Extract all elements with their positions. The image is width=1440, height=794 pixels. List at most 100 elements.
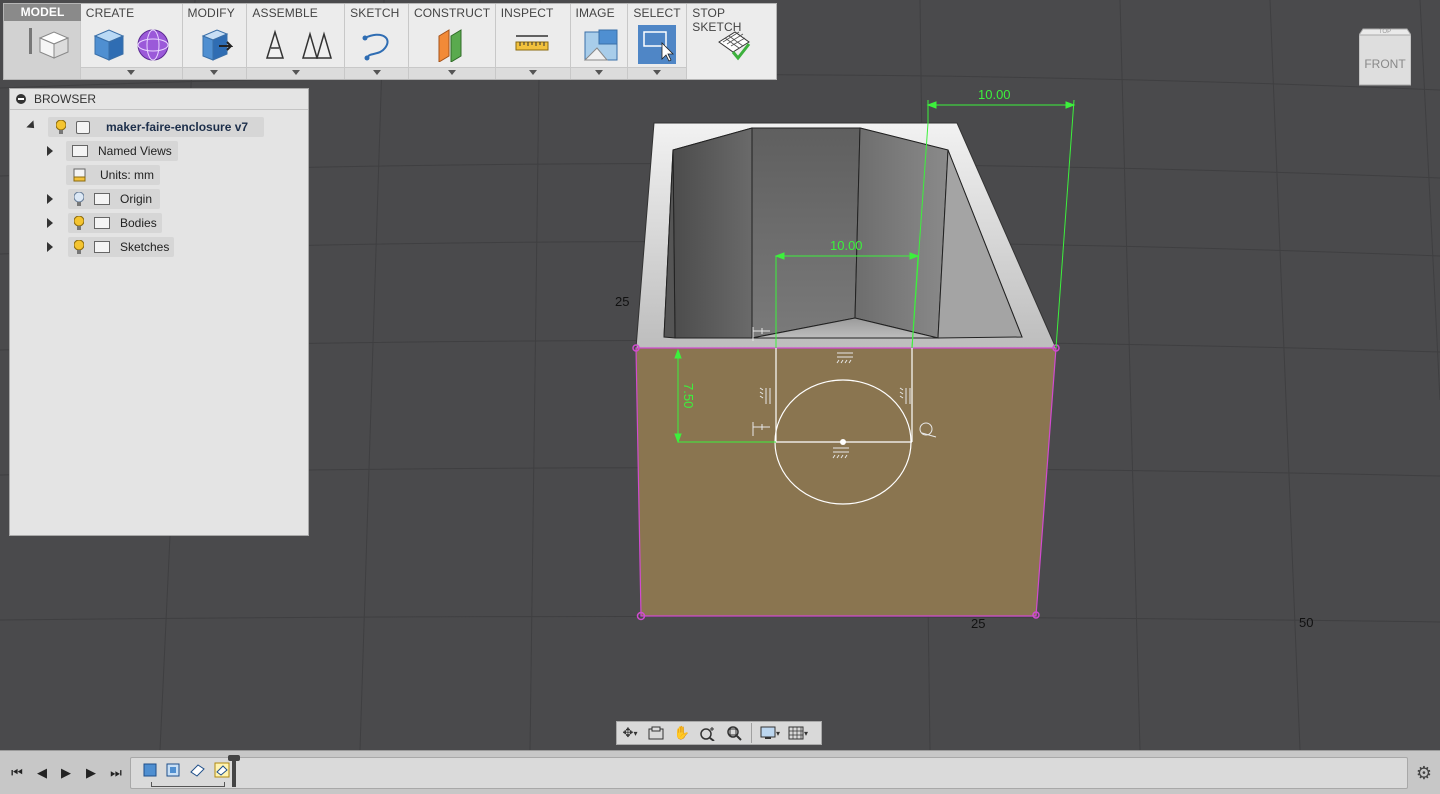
zoom-icon[interactable] [695, 722, 721, 744]
gear-icon[interactable]: ⚙ [1414, 763, 1434, 783]
expand-right-icon[interactable] [47, 194, 53, 204]
step-back-icon[interactable]: ▶ [56, 763, 76, 783]
navigation-bar: ✥ ▾ ✋ ▾ ▾ [616, 721, 822, 745]
workspace-label: MODEL [4, 4, 81, 21]
folder-icon [94, 193, 110, 205]
create-menu-label: CREATE [85, 6, 135, 20]
create-dropdown-arrow[interactable] [80, 67, 182, 79]
active-sketch-feature-icon[interactable] [214, 762, 230, 778]
sketch-menu[interactable]: SKETCH [345, 4, 409, 79]
timeline-track[interactable] [130, 755, 1408, 789]
dimension-height[interactable]: 7.50 [681, 383, 696, 408]
expand-right-icon[interactable] [47, 146, 53, 156]
browser-item-origin[interactable]: Origin [10, 189, 300, 209]
select-dropdown-arrow[interactable] [628, 67, 687, 79]
expand-right-icon[interactable] [47, 218, 53, 228]
view-cube[interactable]: TOP FRONT [1358, 25, 1412, 86]
inspect-menu[interactable]: INSPECT [495, 4, 571, 79]
box-icon[interactable] [91, 26, 127, 62]
create-menu[interactable]: CREATE [80, 4, 183, 79]
document-name[interactable]: maker-faire-enclosure v7 [106, 117, 248, 137]
main-toolbar: MODEL CREATE MODIFY ASSEMBLE SKETCH CONS… [3, 3, 777, 80]
sphere-icon[interactable] [135, 26, 171, 62]
view-cube-top[interactable]: TOP [1379, 29, 1391, 35]
construct-menu-label: CONSTRUCT [413, 6, 491, 20]
select-menu[interactable]: SELECT [628, 4, 688, 79]
image-menu[interactable]: IMAGE [570, 4, 629, 79]
expand-right-icon[interactable] [47, 242, 53, 252]
browser-root-row[interactable]: maker-faire-enclosure v7 [10, 117, 300, 137]
collapse-minus-icon[interactable] [16, 94, 26, 104]
offset-plane-icon[interactable] [433, 26, 469, 62]
last-icon[interactable]: ⏭ [106, 763, 126, 783]
select-window-icon[interactable] [638, 25, 677, 64]
browser-item-named-views[interactable]: Named Views [10, 141, 300, 161]
sketch-menu-label: SKETCH [350, 6, 400, 20]
modify-menu-label: MODIFY [187, 6, 235, 20]
browser-header: BROWSER [10, 89, 308, 110]
lightbulb-off-icon[interactable] [74, 192, 84, 206]
inspect-dropdown-arrow[interactable] [495, 67, 570, 79]
pan-icon[interactable]: ✋ [669, 722, 695, 744]
browser-item-bodies[interactable]: Bodies [10, 213, 300, 233]
browser-item-sketches[interactable]: Sketches [10, 237, 300, 257]
press-pull-icon[interactable] [197, 26, 233, 62]
view-cube-front[interactable]: FRONT [1364, 57, 1406, 71]
construct-dropdown-arrow[interactable] [408, 67, 495, 79]
select-menu-label: SELECT [633, 6, 681, 20]
assemble-menu[interactable]: ASSEMBLE [247, 4, 346, 79]
units-ruler-icon [73, 168, 86, 182]
sketch-feature-icon[interactable] [189, 762, 205, 778]
image-dropdown-arrow[interactable] [570, 67, 628, 79]
grid-settings-icon[interactable]: ▾ [784, 722, 812, 744]
browser-title: BROWSER [34, 92, 97, 106]
sketch-profile-face[interactable] [635, 347, 1057, 617]
orbit-icon[interactable]: ✥ ▾ [617, 722, 643, 744]
construct-menu[interactable]: CONSTRUCT [408, 4, 496, 79]
inspect-menu-label: INSPECT [500, 6, 554, 20]
shell-feature-icon[interactable] [165, 762, 181, 778]
joint-icon[interactable] [259, 26, 295, 62]
workspace-switcher[interactable]: MODEL [4, 4, 81, 79]
browser-item-label: Origin [120, 192, 153, 206]
measure-ruler-icon[interactable] [514, 26, 550, 62]
lightbulb-icon[interactable] [74, 240, 84, 254]
dimension-width-outer[interactable]: 10.00 [978, 87, 1011, 102]
folder-icon [72, 145, 88, 157]
grid-label-y-25: 25 [615, 294, 629, 309]
lightbulb-icon[interactable] [74, 216, 84, 230]
extrude-feature-icon[interactable] [142, 762, 158, 778]
timeline-marker[interactable] [228, 755, 240, 787]
render-image-icon[interactable] [583, 26, 619, 62]
circle-center-point[interactable] [840, 439, 846, 445]
play-icon[interactable]: ▶ [81, 763, 101, 783]
lightbulb-icon[interactable] [56, 120, 66, 134]
expand-down-icon[interactable] [26, 120, 38, 132]
dimension-width-inner[interactable]: 10.00 [830, 238, 863, 253]
stop-sketch-icon[interactable] [715, 26, 751, 62]
grid-label-x-25: 25 [971, 616, 985, 631]
browser-panel: BROWSER maker-faire-enclosure v7 Named V… [9, 88, 309, 536]
assemble-dropdown-arrow[interactable] [247, 67, 345, 79]
sketch-curve-icon[interactable] [359, 26, 395, 62]
sketch-dropdown-arrow[interactable] [345, 67, 408, 79]
component-icon [76, 121, 90, 134]
as-built-joint-icon[interactable] [299, 26, 335, 62]
timeline-bar: ⏮ ◀ ▶ ▶ ⏭ ⚙ [0, 750, 1440, 794]
folder-icon [94, 241, 110, 253]
timeline-group-bracket [151, 782, 225, 787]
assemble-menu-label: ASSEMBLE [252, 6, 318, 20]
fit-icon[interactable] [721, 722, 747, 744]
previous-icon[interactable]: ◀ [32, 763, 52, 783]
look-at-icon[interactable] [643, 722, 669, 744]
first-icon[interactable]: ⏮ [7, 763, 27, 783]
browser-item-label: Named Views [98, 144, 172, 158]
browser-item-units[interactable]: Units: mm [10, 165, 300, 185]
image-menu-label: IMAGE [575, 6, 615, 20]
stop-sketch-menu[interactable]: STOP SKETCH [687, 4, 776, 79]
display-settings-icon[interactable]: ▾ [756, 722, 784, 744]
modify-menu[interactable]: MODIFY [182, 4, 248, 79]
browser-item-label: Sketches [120, 240, 170, 254]
modify-dropdown-arrow[interactable] [182, 67, 247, 79]
browser-item-label: Bodies [120, 216, 157, 230]
